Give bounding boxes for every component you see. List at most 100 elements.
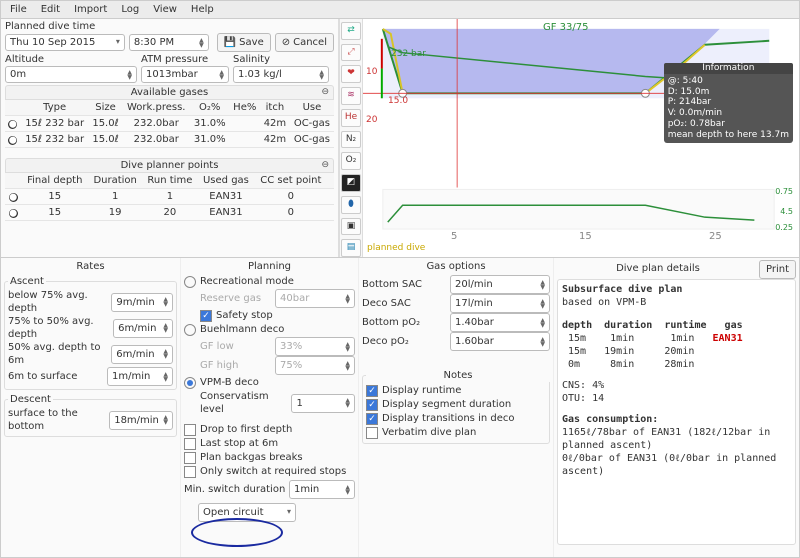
time-tick-15: 15 bbox=[579, 230, 592, 243]
check-backgas[interactable]: Plan backgas breaks bbox=[184, 451, 355, 464]
profile-toolbar: ⇄ ⤢ ❤ ≋ He N₂ O₂ ◩ ⬮ ▣ ▤ bbox=[339, 19, 363, 257]
rate-label: surface to the bottom bbox=[8, 407, 109, 433]
rate-label: 50% avg. depth to 6m bbox=[8, 341, 111, 367]
circuit-select[interactable]: Open circuit▾ bbox=[198, 503, 296, 522]
radio-buehlmann[interactable]: Buehlmann deco bbox=[184, 323, 355, 336]
time-tick-25: 25 bbox=[709, 230, 722, 243]
check-only-req[interactable]: Only switch at required stops bbox=[184, 465, 355, 478]
spinner-icon: ▲▼ bbox=[199, 38, 204, 48]
plan-details-text[interactable]: Subsurface dive plan based on VPM-B dept… bbox=[557, 279, 796, 545]
min-switch-input[interactable]: 1min▲▼ bbox=[289, 480, 355, 499]
planner-point-row[interactable]: ⬤1511EAN310 bbox=[5, 189, 334, 205]
collapse-icon[interactable]: ⊖ bbox=[321, 87, 329, 99]
check-verbatim[interactable]: Verbatim dive plan bbox=[366, 426, 546, 439]
available-gases-header[interactable]: Available gases⊖ bbox=[5, 85, 334, 100]
gas-consumption-line: 0ℓ/0bar of EAN31 (0ℓ/0bar in planned bbox=[562, 452, 791, 465]
bottom-po2-input[interactable]: 1.40bar▲▼ bbox=[450, 313, 550, 332]
check-display-segment[interactable]: Display segment duration bbox=[366, 398, 546, 411]
check-display-trans[interactable]: Display transitions in deco bbox=[366, 412, 546, 425]
reserve-label: Reserve gas bbox=[200, 292, 261, 305]
check-last-6m[interactable]: Last stop at 6m bbox=[184, 437, 355, 450]
menu-view[interactable]: View bbox=[148, 2, 182, 17]
planned-dive-time-label: Planned dive time bbox=[5, 20, 334, 33]
gf-low-input: 33%▲▼ bbox=[275, 337, 355, 356]
point-icon: ⬤ bbox=[9, 209, 18, 218]
salinity-label: Salinity bbox=[233, 53, 323, 66]
bottom-po2-label: Bottom pO₂ bbox=[362, 316, 420, 329]
available-gases-table: TypeSizeWork.press.O₂%He%itchUse ⬤15ℓ 23… bbox=[5, 100, 334, 148]
time-input[interactable]: 8:30 PM▲▼ bbox=[129, 34, 209, 51]
rate-label: below 75% avg. depth bbox=[8, 289, 111, 315]
tool-photo[interactable]: ▣ bbox=[341, 218, 361, 236]
gas-consumption-hdr: Gas consumption: bbox=[562, 414, 658, 425]
gas-row[interactable]: ⬤15ℓ 232 bar15.0ℓ232.0bar31.0%42mOC-gas bbox=[5, 132, 334, 148]
date-input[interactable]: Thu 10 Sep 2015▾ bbox=[5, 34, 125, 51]
salinity-input[interactable]: 1.03 kg/l▲▼ bbox=[233, 66, 329, 83]
tool-depth[interactable]: ≋ bbox=[341, 87, 361, 105]
rate-506[interactable]: 6m/min▲▼ bbox=[111, 345, 173, 364]
tool-n2[interactable]: N₂ bbox=[341, 131, 361, 149]
gflow-label: GF low bbox=[200, 340, 234, 353]
tool-ndl[interactable]: ◩ bbox=[341, 174, 361, 192]
tool-zoom[interactable]: ⤢ bbox=[341, 44, 361, 62]
depth-tick20: 20 bbox=[366, 115, 377, 127]
collapse-icon[interactable]: ⊖ bbox=[321, 160, 329, 172]
rate-7550[interactable]: 6m/min▲▼ bbox=[113, 319, 173, 338]
descent-fieldset: Descent surface to the bottom18m/min▲▼ bbox=[4, 393, 177, 437]
rate-label: 6m to surface bbox=[8, 370, 77, 383]
plan-heading: Subsurface dive plan bbox=[562, 284, 682, 295]
tool-he[interactable]: He bbox=[341, 109, 361, 127]
menu-log[interactable]: Log bbox=[116, 2, 144, 17]
po2-tick-c: 0.25 bbox=[775, 223, 793, 233]
gas-row[interactable]: ⬤15ℓ 232 bar15.0ℓ232.0bar31.0%42mOC-gas bbox=[5, 116, 334, 132]
tool-sac[interactable]: ⬮ bbox=[341, 196, 361, 214]
gas-consumption-line: 1165ℓ/78bar of EAN31 (182ℓ/12bar in bbox=[562, 426, 791, 439]
reserve-gas-input: 40bar▲▼ bbox=[275, 289, 355, 308]
menu-import[interactable]: Import bbox=[69, 2, 112, 17]
cancel-button[interactable]: ⊘Cancel bbox=[275, 33, 334, 52]
gas-options-title: Gas options bbox=[362, 260, 550, 273]
cylinder-icon: ⬤ bbox=[8, 136, 17, 145]
cancel-icon: ⊘ bbox=[282, 36, 290, 49]
altitude-label: Altitude bbox=[5, 53, 137, 66]
min-switch-label: Min. switch duration bbox=[184, 483, 285, 496]
radio-vpmb[interactable]: VPM-B deco bbox=[184, 376, 355, 389]
tool-bar[interactable]: ▤ bbox=[341, 239, 361, 257]
rate-6surf[interactable]: 1m/min▲▼ bbox=[107, 367, 173, 386]
check-safety-stop[interactable]: Safety stop bbox=[200, 309, 355, 322]
radio-recreational[interactable]: Recreational mode bbox=[184, 275, 355, 288]
bar-start-label: 232 bar bbox=[391, 49, 426, 61]
plan-row: 15m 19min 20min bbox=[562, 345, 791, 358]
gfhigh-label: GF high bbox=[200, 359, 238, 372]
print-button[interactable]: Print bbox=[759, 260, 796, 279]
conservatism-input[interactable]: 1▲▼ bbox=[291, 394, 355, 413]
dive-profile-plot[interactable]: GF 33/75 232 bar 154 bar 11:8m 15.0 10 2… bbox=[363, 19, 799, 257]
menu-edit[interactable]: Edit bbox=[36, 2, 65, 17]
gas-consumption-line: planned ascent) bbox=[562, 439, 791, 452]
plan-row: 15m 1min 1min EAN31 bbox=[562, 332, 791, 345]
check-display-runtime[interactable]: Display runtime bbox=[366, 384, 546, 397]
gas-consumption-line: ascent) bbox=[562, 465, 791, 478]
rate-b75[interactable]: 9m/min▲▼ bbox=[111, 293, 173, 312]
rate-descent[interactable]: 18m/min▲▼ bbox=[109, 411, 173, 430]
deco-po2-input[interactable]: 1.60bar▲▼ bbox=[450, 332, 550, 351]
bottom-sac-input[interactable]: 20l/min▲▼ bbox=[450, 275, 550, 294]
atm-label: ATM pressure bbox=[141, 53, 229, 66]
check-drop-first[interactable]: Drop to first depth bbox=[184, 423, 355, 436]
tool-o2[interactable]: O₂ bbox=[341, 152, 361, 170]
deco-sac-label: Deco SAC bbox=[362, 297, 411, 310]
depth-tick: 15.0 bbox=[388, 96, 408, 108]
deco-sac-input[interactable]: 17l/min▲▼ bbox=[450, 294, 550, 313]
save-button[interactable]: 💾Save bbox=[217, 33, 271, 52]
altitude-input[interactable]: 0m▲▼ bbox=[5, 66, 137, 83]
po2-tick-a: 0.75 bbox=[775, 187, 793, 197]
planner-point-row[interactable]: ⬤151920EAN310 bbox=[5, 205, 334, 221]
menu-help[interactable]: Help bbox=[186, 2, 219, 17]
deco-po2-label: Deco pO₂ bbox=[362, 335, 409, 348]
tool-heart[interactable]: ❤ bbox=[341, 65, 361, 83]
menu-bar: File Edit Import Log View Help bbox=[1, 1, 799, 19]
menu-file[interactable]: File bbox=[5, 2, 32, 17]
dive-planner-points-header[interactable]: Dive planner points⊖ bbox=[5, 158, 334, 173]
atm-input[interactable]: 1013mbar▲▼ bbox=[141, 66, 229, 83]
tool-ruler[interactable]: ⇄ bbox=[341, 22, 361, 40]
